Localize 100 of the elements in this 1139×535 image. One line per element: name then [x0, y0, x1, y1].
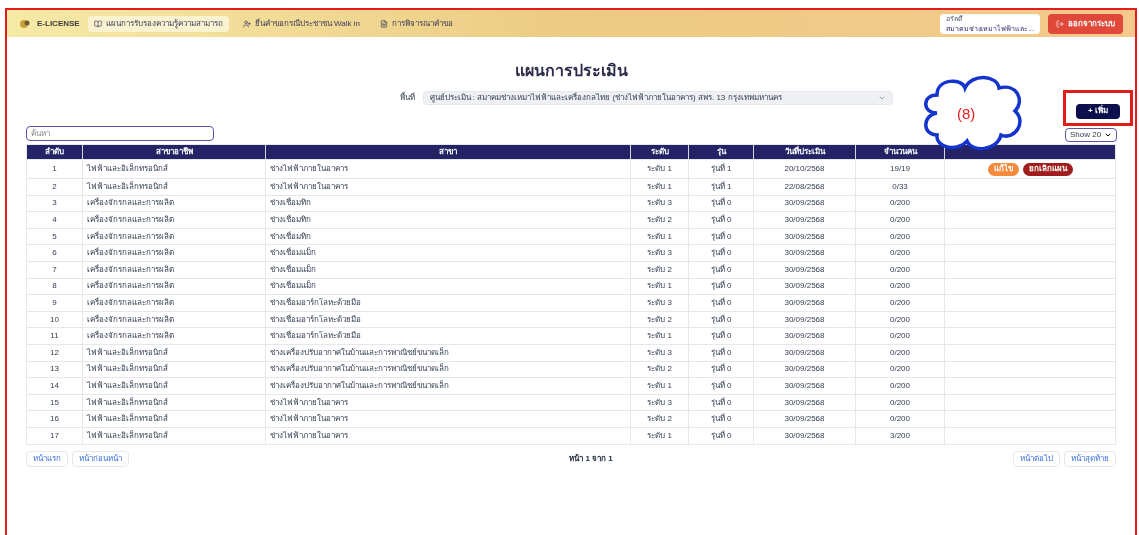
table-cell: ช่างเชื่อมทิก [266, 212, 631, 228]
table-cell: ไฟฟ้าและอิเล็กทรอนิกส์ [83, 344, 266, 361]
first-page-button[interactable]: หน้าแรก [26, 450, 68, 467]
table-cell: ระดับ 2 [631, 311, 689, 328]
table-cell: 12 [27, 344, 83, 361]
table-cell: ระดับ 3 [631, 394, 689, 411]
table-cell: ระดับ 2 [631, 261, 689, 278]
table-cell: ระดับ 2 [631, 361, 689, 378]
table-cell: รุ่นที่ 0 [689, 427, 754, 444]
table-cell: รุ่นที่ 1 [689, 160, 754, 178]
table-cell: ระดับ 2 [631, 212, 689, 228]
table-cell: ช่างเชื่อมอาร์กโลหะด้วยมือ [266, 295, 631, 311]
table-cell: 0/200 [856, 195, 945, 212]
nav-link[interactable]: แผนการรับรองความรู้ความสามารถ [87, 15, 229, 32]
table-cell: 0/200 [856, 361, 945, 378]
table-cell: 0/200 [856, 278, 945, 295]
chevron-down-icon [877, 94, 886, 102]
table-cell: 30/09/2568 [754, 245, 856, 261]
table-cell: รุ่นที่ 0 [689, 295, 754, 311]
table-cell: รุ่นที่ 0 [689, 311, 754, 328]
table-cell: เครื่องจักรกลและการผลิต [83, 328, 266, 344]
page-size-select[interactable]: Show 20 [1065, 128, 1117, 142]
table-cell: ช่างเชื่อมทิก [266, 228, 631, 245]
table-cell: ช่างเชื่อมอาร์กโลหะด้วยมือ [266, 328, 631, 344]
search-field[interactable]: ค้นหา [26, 126, 214, 141]
table-cell: 0/33 [856, 179, 945, 195]
table-cell: ไฟฟ้าและอิเล็กทรอนิกส์ [83, 361, 266, 378]
table-cell: 22/08/2568 [754, 179, 856, 195]
logout-button[interactable]: ออกจากระบบ [1048, 13, 1123, 34]
table-cell: ไฟฟ้าและอิเล็กทรอนิกส์ [83, 394, 266, 411]
table-cell: 2 [27, 179, 83, 195]
table-cell: รุ่นที่ 0 [689, 195, 754, 212]
table-cell: 0/200 [856, 261, 945, 278]
table-cell: 0/200 [856, 328, 945, 344]
table-cell: 4 [27, 212, 83, 228]
table-cell: 30/09/2568 [754, 278, 856, 295]
table-cell: รุ่นที่ 0 [689, 245, 754, 261]
table-cell: ช่างเชื่อมแม็ก [266, 261, 631, 278]
table-cell: รุ่นที่ 0 [689, 278, 754, 295]
table-cell: 17 [27, 427, 83, 444]
last-page-button[interactable]: หน้าสุดท้าย [1064, 450, 1116, 467]
table-cell: 11 [27, 328, 83, 344]
table-cell: 6 [27, 245, 83, 261]
table-cell: 30/09/2568 [754, 212, 856, 228]
table-cell: 30/09/2568 [754, 378, 856, 394]
table-cell: 30/09/2568 [754, 328, 856, 344]
table-cell: ระดับ 1 [631, 179, 689, 195]
center-select[interactable]: ศูนย์ประเมิน : สมาคมช่างเหมาไฟฟ้าและเครื่องกลไทย (ช่างไฟฟ้าภายในอาคาร) สพร. 13 กรุงเทพมหานคร [422, 91, 893, 105]
table-cell: ระดับ 2 [631, 411, 689, 427]
previous-page-button[interactable]: หน้าก่อนหน้า [72, 450, 129, 467]
table-cell: ไฟฟ้าและอิเล็กทรอนิกส์ [83, 378, 266, 394]
table-cell: เครื่องจักรกลและการผลิต [83, 212, 266, 228]
page-info: หน้า 1 จาก 1 [569, 452, 613, 465]
table-cell: 0/200 [856, 245, 945, 261]
table-cell: รุ่นที่ 0 [689, 394, 754, 411]
brand-name: E-LICENSE [37, 17, 80, 30]
table-cell: 9 [27, 295, 83, 311]
table-cell: ช่างไฟฟ้าภายในอาคาร [266, 179, 631, 195]
table-cell: ช่างเชื่อมทิก [266, 195, 631, 212]
column-header: วันที่ประเมิน [754, 145, 856, 159]
table-cell: รุ่นที่ 0 [689, 361, 754, 378]
table-cell: ระดับ 1 [631, 427, 689, 444]
table-cell: ช่างไฟฟ้าภายในอาคาร [266, 427, 631, 444]
logout-icon [1056, 19, 1064, 28]
table-cell: ไฟฟ้าและอิเล็กทรอนิกส์ [83, 179, 266, 195]
table-cell: ระดับ 3 [631, 195, 689, 212]
column-header: สาขา [266, 145, 631, 159]
table-cell: 5 [27, 228, 83, 245]
table-cell: ระดับ 1 [631, 378, 689, 394]
column-header: จำนวนคน [856, 145, 945, 159]
table-cell: ช่างเชื่อมแม็ก [266, 278, 631, 295]
table-cell: รุ่นที่ 0 [689, 344, 754, 361]
table-cell: 16 [27, 411, 83, 427]
table-cell: 3/200 [856, 427, 945, 444]
table-cell: 8 [27, 278, 83, 295]
cancel-plan-button[interactable]: ยกเลิกแผน [1022, 162, 1073, 176]
table-cell: เครื่องจักรกลและการผลิต [83, 311, 266, 328]
table-cell: ระดับ 3 [631, 344, 689, 361]
column-header: ระดับ [631, 145, 689, 159]
table-cell: เครื่องจักรกลและการผลิต [83, 245, 266, 261]
table-cell: เครื่องจักรกลและการผลิต [83, 278, 266, 295]
table-cell: ช่างไฟฟ้าภายในอาคาร [266, 411, 631, 427]
column-header: รุ่น [689, 145, 754, 159]
nav-link[interactable]: การพิจารณาคำขอ [373, 15, 459, 32]
table-cell: 30/09/2568 [754, 394, 856, 411]
table-cell: เครื่องจักรกลและการผลิต [83, 228, 266, 245]
table-cell: 19/19 [856, 160, 945, 178]
table-cell: ระดับ 3 [631, 245, 689, 261]
table-cell: ระดับ 1 [631, 328, 689, 344]
table-cell: ช่างเชื่อมอาร์กโลหะด้วยมือ [266, 311, 631, 328]
table-cell: ระดับ 3 [631, 295, 689, 311]
table-cell: 15 [27, 394, 83, 411]
table-cell: 30/09/2568 [754, 195, 856, 212]
table-cell: รุ่นที่ 0 [689, 228, 754, 245]
table-cell: รุ่นที่ 1 [689, 179, 754, 195]
table-cell: ระดับ 1 [631, 228, 689, 245]
add-button[interactable]: + เพิ่ม [1076, 103, 1120, 119]
table-cell: 0/200 [856, 394, 945, 411]
nav-link[interactable]: ยื่นคำขอกรณีประชาชน Walk in [236, 15, 366, 32]
next-page-button[interactable]: หน้าต่อไป [1013, 450, 1060, 467]
